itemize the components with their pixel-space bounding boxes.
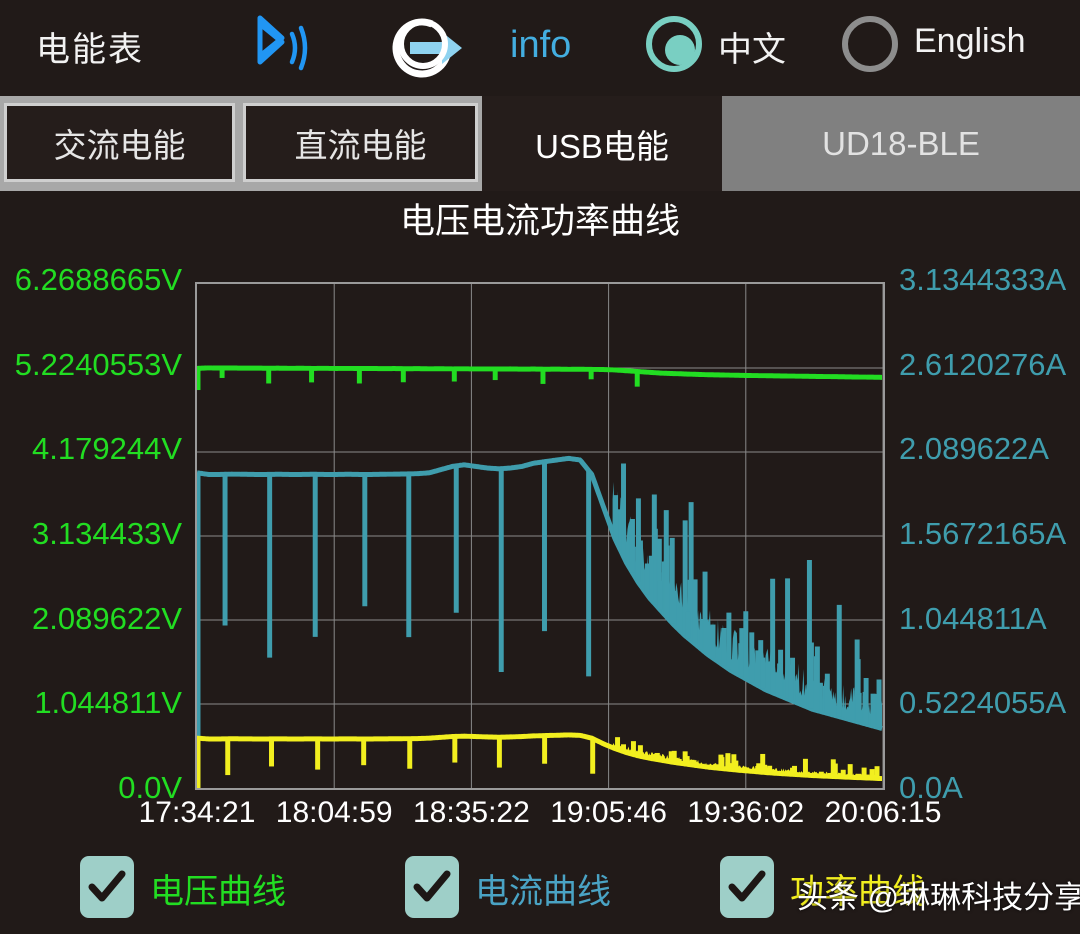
y-tick-right-6: 3.1344333A	[899, 262, 1067, 297]
y-tick-right-1: 0.5224055A	[899, 685, 1067, 721]
refresh-sync-icon[interactable]	[380, 8, 466, 88]
x-tick-0: 17:34:21	[138, 796, 256, 829]
radio-outer-chinese	[646, 16, 702, 72]
series-power	[197, 732, 883, 788]
trace-line-voltage	[197, 365, 883, 380]
top-header-bar: 电能表 info 中文 English	[0, 0, 1080, 96]
x-tick-1: 18:04:59	[275, 796, 393, 829]
chart-container: 0.0V 1.044811V 2.089622V 3.134433V 4.179244V…	[0, 240, 1080, 850]
x-tick-2: 18:35:22	[413, 796, 530, 829]
watermark-text: 头条 @琳琳科技分享	[797, 880, 1080, 915]
chart-title: 电压电流功率曲线	[399, 202, 680, 241]
x-tick-5: 20:06:15	[824, 796, 942, 829]
plot-area	[195, 282, 885, 790]
y-axis-left-labels: 0.0V 1.044811V 2.089622V 3.134433V 4.179244V…	[0, 240, 182, 850]
checkbox-voltage[interactable]	[80, 856, 134, 918]
radio-outer-english	[842, 16, 898, 72]
y-tick-right-2: 1.044811A	[899, 600, 1047, 636]
radio-dot-chinese	[665, 35, 695, 65]
language-label-chinese: 中文	[718, 31, 786, 69]
y-tick-left-5: 5.2240553V	[14, 346, 182, 382]
legend-label-voltage: 电压曲线	[150, 873, 286, 911]
y-tick-left-6: 6.2688665V	[14, 262, 182, 297]
checkbox-power[interactable]	[720, 856, 774, 918]
page-title: 电能表	[36, 31, 144, 69]
bluetooth-icon[interactable]	[236, 14, 318, 82]
language-label-english: English	[914, 22, 1026, 60]
x-tick-4: 19:36:02	[687, 796, 805, 829]
y-tick-left-3: 3.134433V	[32, 516, 182, 551]
y-axis-right-labels: 0.0A 0.5224055A 1.044811A 1.5672165A 2.08962…	[899, 240, 1080, 850]
tab-dc-energy[interactable]: 直流电能	[243, 103, 478, 182]
legend-label-current: 电流曲线	[475, 873, 611, 911]
check-icon	[413, 870, 451, 902]
check-icon	[728, 870, 766, 902]
y-tick-right-4: 2.089622A	[899, 431, 1049, 467]
checkbox-current[interactable]	[405, 856, 459, 918]
y-tick-right-5: 2.6120276A	[899, 346, 1067, 382]
tab-ac-energy[interactable]: 交流电能	[4, 103, 235, 182]
plot-svg	[197, 284, 883, 788]
tab-bar: 交流电能 直流电能 USB电能 UD18-BLE	[0, 96, 1080, 191]
series-voltage	[197, 365, 883, 391]
y-tick-right-3: 1.5672165A	[899, 516, 1067, 551]
x-axis-labels: 17:34:21 18:04:59 18:35:22 19:05:46 19:36:02…	[0, 796, 1080, 842]
y-tick-left-1: 1.044811V	[34, 685, 182, 721]
x-tick-3: 19:05:46	[550, 796, 667, 829]
y-tick-left-2: 2.089622V	[32, 600, 182, 636]
tab-ud18-ble[interactable]: UD18-BLE	[722, 96, 1080, 191]
tab-usb-energy[interactable]: USB电能	[482, 96, 722, 191]
y-tick-left-4: 4.179244V	[32, 431, 182, 467]
info-link[interactable]: info	[510, 24, 571, 67]
check-icon	[88, 870, 126, 902]
